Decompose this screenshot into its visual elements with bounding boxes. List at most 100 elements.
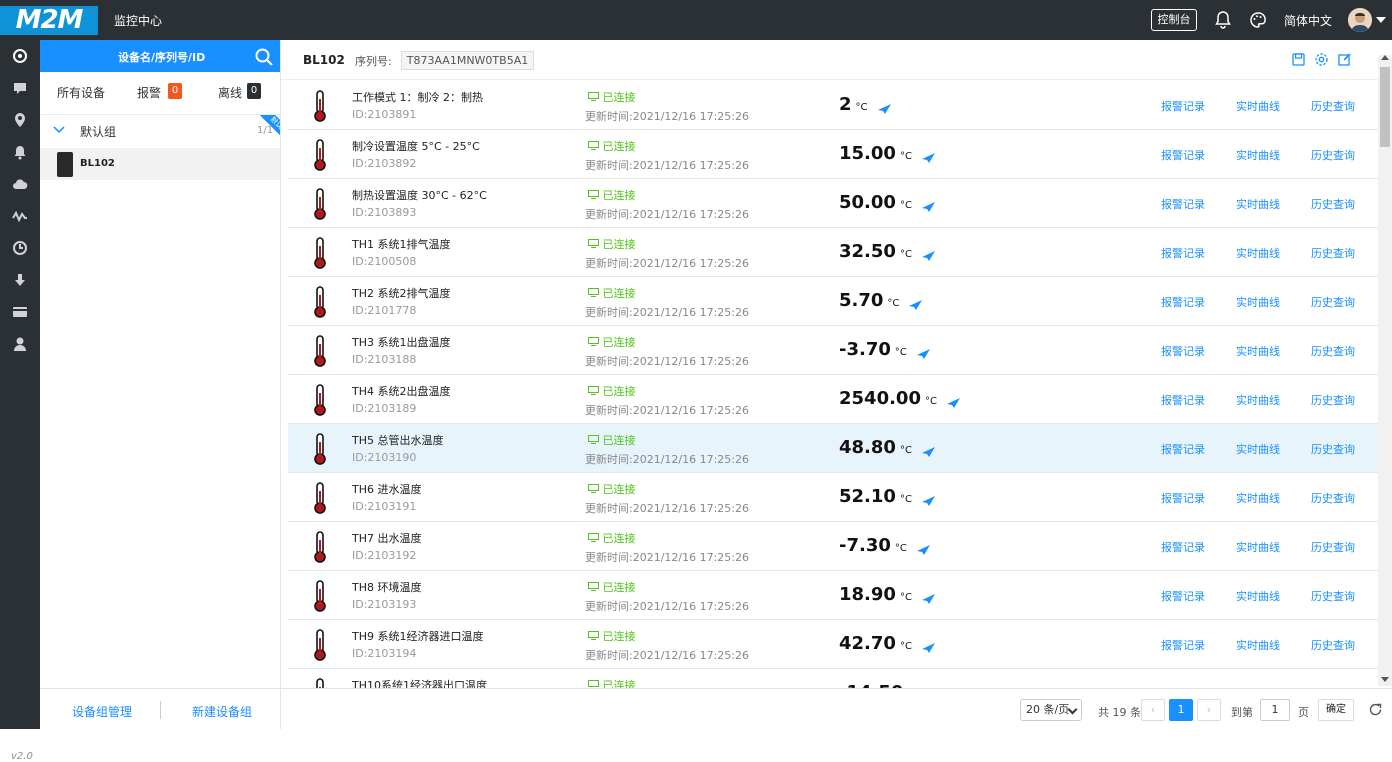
realtime-curve-link[interactable]: 实时曲线 — [1236, 539, 1280, 555]
user-icon[interactable] — [12, 336, 28, 352]
alarm-record-link[interactable]: 报警记录 — [1161, 245, 1205, 261]
send-command-icon[interactable] — [920, 491, 936, 506]
sensor-row[interactable]: TH9 系统1经济器进口温度 ID:2103194 已连接 更新时间:2021/12… — [288, 620, 1379, 669]
language-selector[interactable]: 简体中文 — [1284, 12, 1332, 29]
scrollbar[interactable] — [1378, 55, 1392, 686]
alarm-record-link[interactable]: 报警记录 — [1161, 196, 1205, 212]
page-1-button[interactable]: 1 — [1169, 699, 1193, 721]
edit-icon[interactable] — [1337, 52, 1352, 67]
realtime-curve-link[interactable]: 实时曲线 — [1236, 392, 1280, 408]
clock-icon[interactable] — [12, 240, 28, 256]
alarm-record-link[interactable]: 报警记录 — [1161, 588, 1205, 604]
send-command-icon[interactable] — [920, 589, 936, 604]
sensor-row[interactable]: 制热设置温度 30°C - 62°C ID:2103893 已连接 更新时间:202… — [288, 179, 1379, 228]
sensor-row[interactable]: TH6 进水温度 ID:2103191 已连接 更新时间:2021/12/16 17… — [288, 473, 1379, 522]
goto-page-input[interactable]: 1 — [1260, 699, 1290, 721]
realtime-curve-link[interactable]: 实时曲线 — [1236, 294, 1280, 310]
scrollbar-thumb[interactable] — [1380, 67, 1390, 147]
scroll-down-arrow[interactable] — [1381, 677, 1389, 682]
realtime-curve-link[interactable]: 实时曲线 — [1236, 637, 1280, 653]
search-icon[interactable] — [254, 47, 274, 67]
group-manage-link[interactable]: 设备组管理 — [72, 703, 132, 720]
alarm-record-link[interactable]: 报警记录 — [1161, 490, 1205, 506]
history-query-link[interactable]: 历史查询 — [1311, 441, 1355, 457]
realtime-curve-link[interactable]: 实时曲线 — [1236, 196, 1280, 212]
realtime-curve-link[interactable]: 实时曲线 — [1236, 245, 1280, 261]
history-query-link[interactable]: 历史查询 — [1311, 637, 1355, 653]
realtime-curve-link[interactable]: 实时曲线 — [1236, 588, 1280, 604]
goto-confirm-button[interactable]: 确定 — [1318, 699, 1354, 721]
realtime-curve-link[interactable]: 实时曲线 — [1236, 147, 1280, 163]
new-group-link[interactable]: 新建设备组 — [192, 703, 252, 720]
palette-icon[interactable] — [1248, 10, 1268, 30]
chat-icon[interactable] — [12, 80, 28, 96]
sensor-row[interactable]: TH8 环境温度 ID:2103193 已连接 更新时间:2021/12/16 17… — [288, 571, 1379, 620]
alarm-bell-icon[interactable] — [12, 144, 28, 160]
alarm-record-link[interactable]: 报警记录 — [1161, 637, 1205, 653]
realtime-curve-link[interactable]: 实时曲线 — [1236, 98, 1280, 114]
location-icon[interactable] — [12, 112, 28, 128]
gear-icon[interactable] — [1314, 52, 1329, 67]
sensor-row[interactable]: 工作模式 1：制冷 2：制热 ID:2103891 已连接 更新时间:2021/12… — [288, 81, 1379, 130]
device-search-bar[interactable]: 设备名/序列号/ID — [40, 40, 280, 72]
history-query-link[interactable]: 历史查询 — [1311, 98, 1355, 114]
send-command-icon[interactable] — [915, 540, 931, 555]
device-list-item[interactable]: BL102 — [40, 148, 280, 180]
avatar[interactable] — [1348, 8, 1372, 32]
sensor-row[interactable]: TH7 出水温度 ID:2103192 已连接 更新时间:2021/12/16 17… — [288, 522, 1379, 571]
alarm-record-link[interactable]: 报警记录 — [1161, 441, 1205, 457]
sensor-row[interactable]: 制冷设置温度 5°C - 25°C ID:2103892 已连接 更新时间:2021… — [288, 130, 1379, 179]
console-button[interactable]: 控制台 — [1151, 9, 1197, 31]
realtime-curve-link[interactable]: 实时曲线 — [1236, 343, 1280, 359]
alarm-record-link[interactable]: 报警记录 — [1161, 294, 1205, 310]
realtime-curve-link[interactable]: 实时曲线 — [1236, 441, 1280, 457]
history-query-link[interactable]: 历史查询 — [1311, 245, 1355, 261]
device-group-row[interactable]: 默认组 1/1 默认 — [40, 114, 280, 146]
scroll-up-arrow[interactable] — [1381, 55, 1389, 60]
send-command-icon[interactable] — [907, 295, 923, 310]
history-query-link[interactable]: 历史查询 — [1311, 490, 1355, 506]
send-command-icon[interactable] — [945, 393, 961, 408]
alarm-record-link[interactable]: 报警记录 — [1161, 147, 1205, 163]
send-command-icon[interactable] — [920, 442, 936, 457]
sensor-row[interactable]: TH4 系统2出盘温度 ID:2103189 已连接 更新时间:2021/12/16… — [288, 375, 1379, 424]
send-command-icon[interactable] — [920, 148, 936, 163]
sensor-row[interactable]: TH10系统1经济器出口温度 已连接-14.50°C报警记录实时曲线历史查询 — [288, 669, 1379, 688]
refresh-icon[interactable] — [1368, 702, 1383, 717]
next-page-button[interactable]: › — [1197, 699, 1221, 721]
history-query-link[interactable]: 历史查询 — [1311, 539, 1355, 555]
send-command-icon[interactable] — [876, 99, 892, 114]
bell-icon[interactable] — [1214, 10, 1232, 30]
sensor-row[interactable]: TH3 系统1出盘温度 ID:2103188 已连接 更新时间:2021/12/16… — [288, 326, 1379, 375]
history-query-link[interactable]: 历史查询 — [1311, 588, 1355, 604]
history-query-link[interactable]: 历史查询 — [1311, 147, 1355, 163]
card-icon[interactable] — [12, 304, 28, 320]
history-query-link[interactable]: 历史查询 — [1311, 294, 1355, 310]
send-command-icon[interactable] — [920, 638, 936, 653]
prev-page-button[interactable]: ‹ — [1141, 699, 1165, 721]
dashboard-icon[interactable] — [12, 48, 28, 64]
alarm-record-link[interactable]: 报警记录 — [1161, 343, 1205, 359]
realtime-curve-link[interactable]: 实时曲线 — [1236, 490, 1280, 506]
history-query-link[interactable]: 历史查询 — [1311, 392, 1355, 408]
send-command-icon[interactable] — [915, 344, 931, 359]
tab-offline[interactable]: 离线 — [218, 84, 242, 101]
history-query-link[interactable]: 历史查询 — [1311, 196, 1355, 212]
alarm-record-link[interactable]: 报警记录 — [1161, 539, 1205, 555]
sensor-row[interactable]: TH1 系统1排气温度 ID:2100508 已连接 更新时间:2021/12/16… — [288, 228, 1379, 277]
alarm-record-link[interactable]: 报警记录 — [1161, 392, 1205, 408]
chevron-down-icon[interactable] — [53, 125, 65, 135]
search-label[interactable]: 设备名/序列号/ID — [118, 49, 205, 65]
alarm-record-link[interactable]: 报警记录 — [1161, 98, 1205, 114]
tab-alarm[interactable]: 报警 — [137, 84, 161, 101]
save-icon[interactable] — [1291, 52, 1306, 67]
pulse-icon[interactable] — [12, 208, 28, 224]
history-query-link[interactable]: 历史查询 — [1311, 343, 1355, 359]
sensor-row[interactable]: TH2 系统2排气温度 ID:2101778 已连接 更新时间:2021/12/16… — [288, 277, 1379, 326]
download-icon[interactable] — [12, 272, 28, 288]
tab-all-devices[interactable]: 所有设备 — [57, 84, 105, 101]
chevron-down-icon[interactable] — [1376, 17, 1386, 23]
send-command-icon[interactable] — [920, 246, 936, 261]
sensor-row[interactable]: TH5 总管出水温度 ID:2103190 已连接 更新时间:2021/12/16 … — [288, 424, 1379, 473]
send-command-icon[interactable] — [920, 197, 936, 212]
